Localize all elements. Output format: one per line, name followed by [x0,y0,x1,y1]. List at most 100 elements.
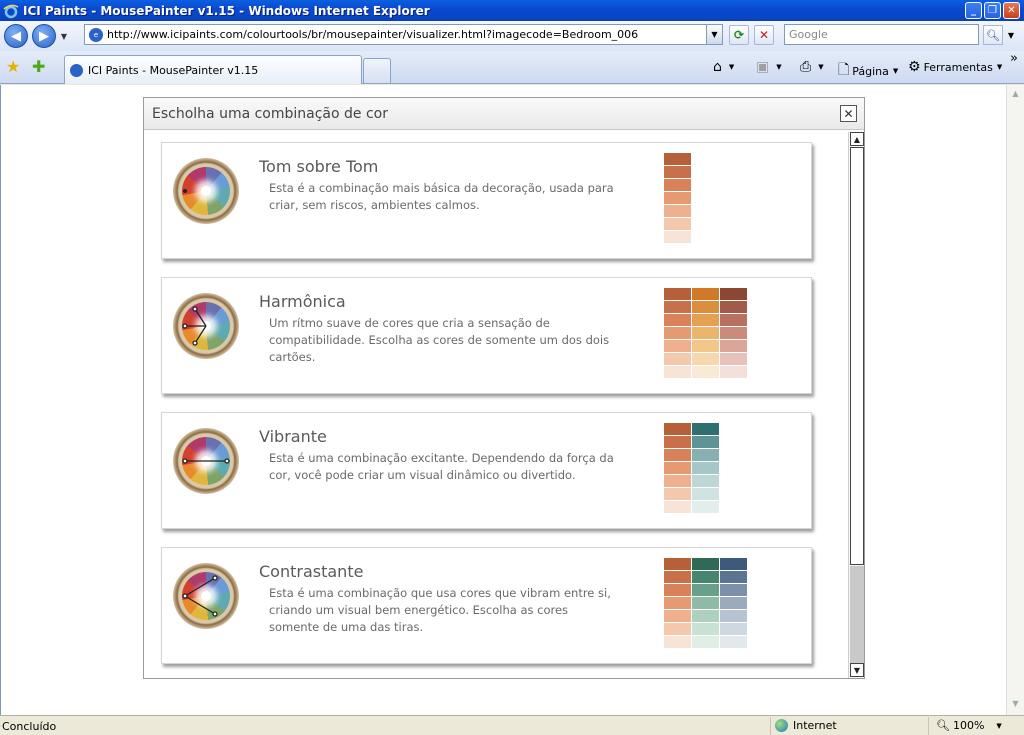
add-favorites-icon[interactable]: ✚ [32,57,45,76]
dialog-scroll-thumb[interactable] [850,147,864,565]
color-swatch[interactable] [720,571,747,583]
tools-menu[interactable]: ⚙ Ferramentas ▼ [908,59,1002,75]
print-button[interactable]: ⎙ ▼ [800,59,824,75]
feeds-button[interactable]: ▣ ▼ [756,59,782,75]
page-menu[interactable]: 🗋︎ Página ▼ [838,59,898,83]
color-swatch[interactable] [720,558,747,570]
color-swatch[interactable] [692,449,719,461]
color-swatch[interactable] [664,192,691,204]
color-swatch[interactable] [664,301,691,313]
color-swatch[interactable] [692,340,719,352]
color-swatch[interactable] [664,501,691,513]
color-swatch[interactable] [720,327,747,339]
stop-button[interactable]: ✕ [754,25,774,45]
color-swatch[interactable] [692,462,719,474]
swatch-strip-2[interactable] [692,288,719,378]
color-swatch[interactable] [692,501,719,513]
search-input[interactable]: Google [784,24,979,45]
color-swatch[interactable] [720,314,747,326]
color-swatch[interactable] [720,353,747,365]
swatch-strip-1[interactable] [664,288,691,378]
dialog-scroll-track[interactable] [850,566,864,663]
color-swatch[interactable] [664,436,691,448]
color-swatch[interactable] [692,623,719,635]
page-scroll-up-icon[interactable]: ▲ [1009,87,1022,100]
color-swatch[interactable] [664,488,691,500]
color-swatch[interactable] [720,301,747,313]
dialog-scroll-up-button[interactable]: ▲ [850,132,864,146]
page-scroll-down-icon[interactable]: ▼ [1009,697,1022,710]
color-swatch[interactable] [692,301,719,313]
color-swatch[interactable] [692,353,719,365]
color-swatch[interactable] [664,366,691,378]
swatch-strip-3[interactable] [720,288,747,378]
scheme-card-harmonic[interactable]: Harmônica Um rítmo suave de cores que cr… [161,277,812,394]
color-swatch[interactable] [720,366,747,378]
zoom-dropdown-icon[interactable]: ▼ [996,722,1001,730]
color-swatch[interactable] [692,571,719,583]
color-swatch[interactable] [664,153,691,165]
new-tab-button[interactable] [363,58,391,83]
color-swatch[interactable] [720,340,747,352]
favorites-star-icon[interactable]: ★ [6,57,20,76]
maximize-button[interactable]: ❐ [984,2,1001,19]
color-swatch[interactable] [664,179,691,191]
color-swatch[interactable] [664,462,691,474]
tab-mousepainter[interactable]: ICI Paints - MousePainter v1.15 [64,55,362,84]
swatch-strip-2[interactable] [692,558,719,648]
color-swatch[interactable] [692,610,719,622]
address-dropdown-button[interactable]: ▼ [706,25,722,44]
swatch-strip-2[interactable] [692,423,719,513]
color-swatch[interactable] [664,327,691,339]
swatch-strip-1[interactable] [664,153,691,243]
search-options-dropdown[interactable]: ▼ [1004,25,1018,45]
color-swatch[interactable] [692,366,719,378]
refresh-button[interactable]: ⟳ [729,25,749,45]
color-swatch[interactable] [692,314,719,326]
color-swatch[interactable] [664,218,691,230]
color-swatch[interactable] [664,166,691,178]
dialog-scroll-down-button[interactable]: ▼ [850,663,864,677]
color-swatch[interactable] [720,610,747,622]
color-swatch[interactable] [720,288,747,300]
swatch-strip-1[interactable] [664,423,691,513]
color-swatch[interactable] [692,488,719,500]
color-swatch[interactable] [664,340,691,352]
color-swatch[interactable] [664,571,691,583]
page-scrollbar[interactable]: ▲ ▼ [1006,85,1024,715]
scheme-card-tone-on-tone[interactable]: Tom sobre Tom Esta é a combinação mais b… [161,142,812,259]
dialog-scrollbar[interactable]: ▲ ▼ [848,132,864,678]
home-button[interactable]: ⌂ ▼ [713,59,734,75]
color-swatch[interactable] [692,558,719,570]
color-swatch[interactable] [664,288,691,300]
color-swatch[interactable] [664,353,691,365]
color-swatch[interactable] [720,623,747,635]
scheme-card-contrasting[interactable]: Contrastante Esta é uma combinação que u… [161,547,812,664]
color-swatch[interactable] [664,231,691,243]
color-swatch[interactable] [720,636,747,648]
color-swatch[interactable] [664,636,691,648]
back-button[interactable]: ◀ [4,24,28,48]
address-url[interactable]: http://www.icipaints.com/colourtools/br/… [107,28,706,41]
color-swatch[interactable] [664,558,691,570]
color-swatch[interactable] [664,584,691,596]
close-window-button[interactable]: ✕ [1003,2,1020,19]
color-swatch[interactable] [692,584,719,596]
color-swatch[interactable] [664,597,691,609]
color-swatch[interactable] [692,423,719,435]
dialog-close-button[interactable]: ✕ [840,105,857,122]
color-swatch[interactable] [720,597,747,609]
color-swatch[interactable] [664,423,691,435]
security-zone[interactable]: Internet [775,719,837,732]
address-bar[interactable]: e http://www.icipaints.com/colourtools/b… [84,24,723,45]
swatch-strip-3[interactable] [720,558,747,648]
recent-pages-dropdown[interactable]: ▼ [59,32,69,41]
color-swatch[interactable] [664,475,691,487]
color-swatch[interactable] [692,636,719,648]
color-swatch[interactable] [692,288,719,300]
forward-button[interactable]: ▶ [32,24,56,48]
search-button[interactable]: 🔍︎ [983,25,1003,45]
color-swatch[interactable] [692,327,719,339]
color-swatch[interactable] [692,475,719,487]
color-swatch[interactable] [664,314,691,326]
